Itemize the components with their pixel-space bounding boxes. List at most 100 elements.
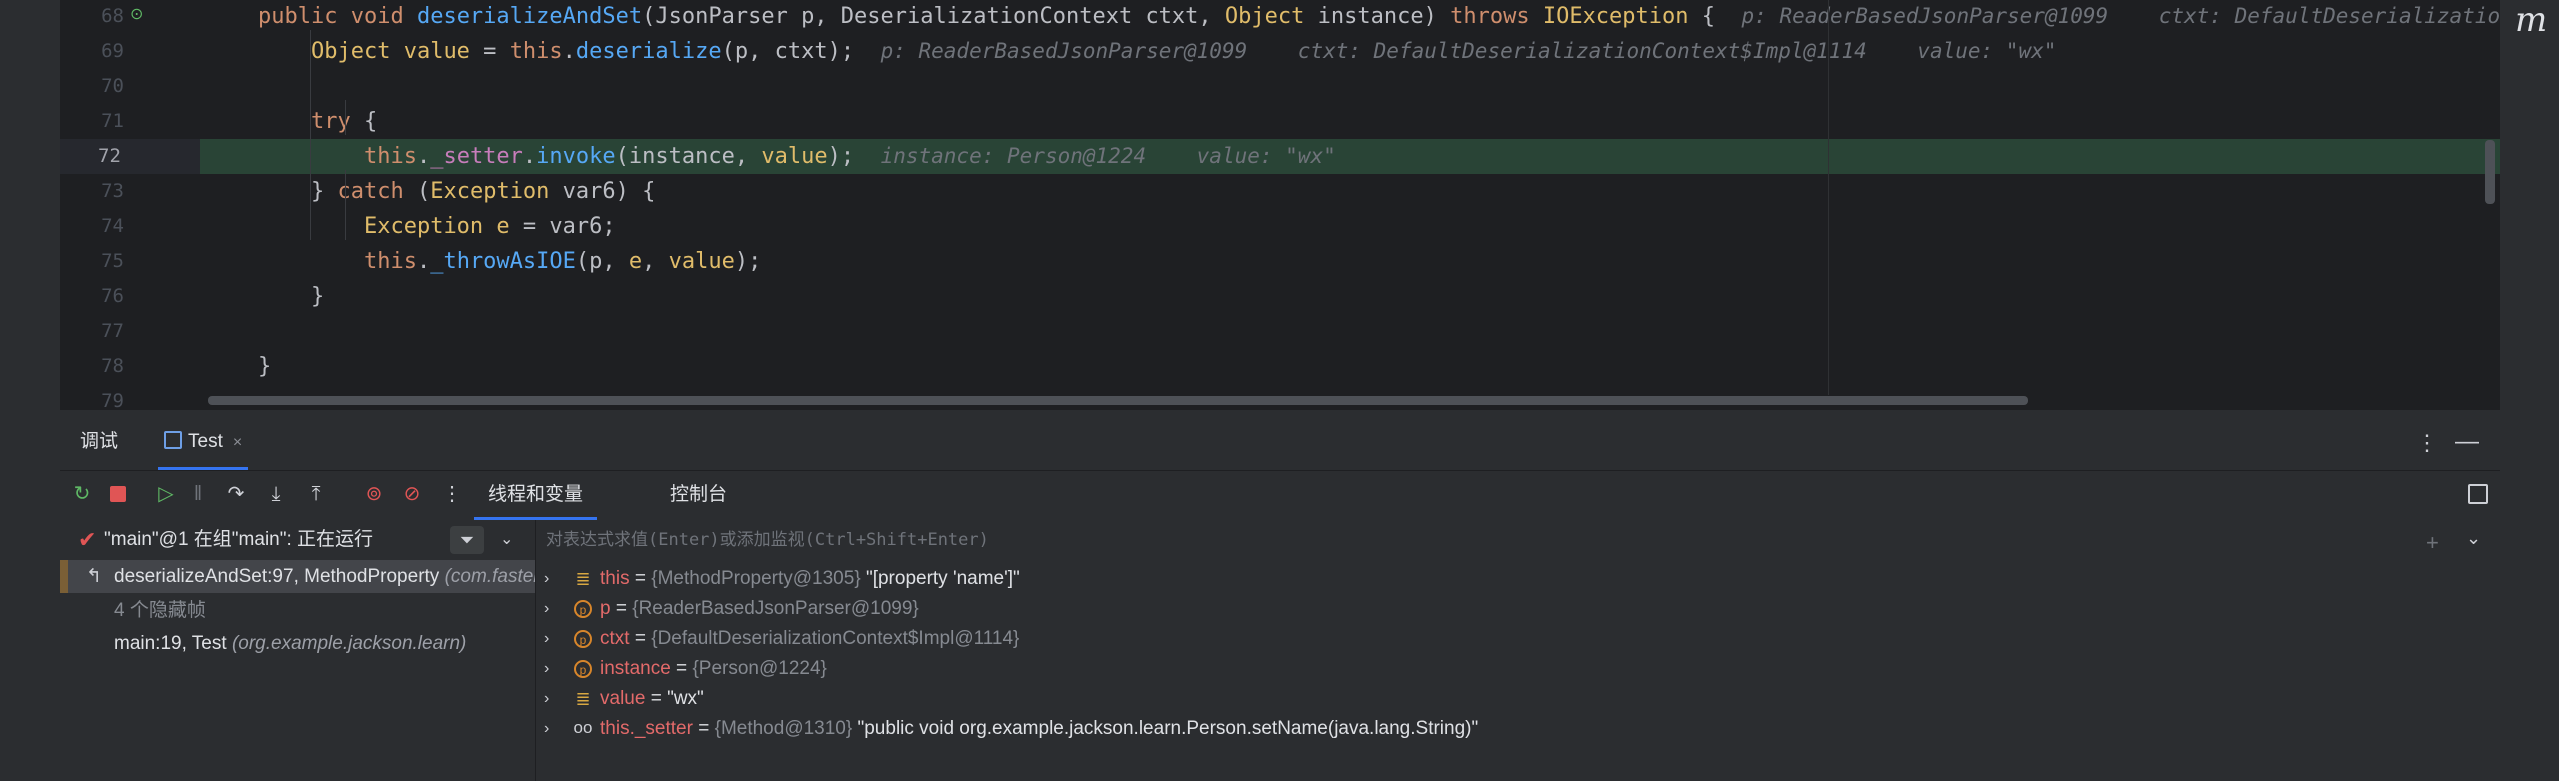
expand-chevron-icon[interactable]: › — [544, 714, 549, 744]
code-token: throws — [1450, 4, 1543, 29]
expand-chevron-icon[interactable]: › — [544, 594, 549, 624]
step-into-icon[interactable]: ⤓ — [264, 482, 288, 506]
code-token: . — [522, 144, 537, 169]
code-line[interactable]: 69 Object value = this.deserialize(p, ct… — [60, 34, 2500, 69]
code-line[interactable]: 75 this._throwAsIOE(p, e, value); — [60, 244, 2500, 279]
rerun-icon[interactable]: ↻ — [70, 482, 94, 506]
variable-name: p — [600, 598, 611, 619]
expand-chevron-icon[interactable]: › — [544, 684, 549, 714]
code-token: { — [1688, 4, 1742, 29]
code-line[interactable]: 78} — [60, 349, 2500, 384]
filter-icon[interactable]: ⏷ — [450, 526, 484, 554]
add-watch-icon[interactable]: + — [2426, 530, 2439, 556]
variable-row[interactable]: › p ctxt = {DefaultDeserializationContext$… — [536, 624, 2500, 654]
code-token: this — [363, 144, 417, 169]
line-number[interactable]: 70 — [60, 69, 124, 104]
tab-threads-variables[interactable]: 线程和变量 — [474, 470, 598, 520]
right-panel-marker[interactable]: m — [2515, 0, 2559, 40]
debug-toolbar: ↻ ▷ ‖ ↷ ⤓ ⤒ ⊚ ⊘ ⋮ — [60, 470, 2500, 520]
variable-row[interactable]: › p p = {ReaderBasedJsonParser@1099} — [536, 594, 2500, 624]
code-text[interactable]: } — [258, 349, 271, 384]
frame-item[interactable]: main:19, Test (org.example.jackson.learn… — [60, 627, 535, 660]
code-text[interactable]: } — [258, 279, 324, 314]
horizontal-scrollbar[interactable] — [208, 396, 2028, 405]
code-line[interactable]: 70 — [60, 69, 2500, 104]
variables-panel: 对表达式求值(Enter)或添加监视(Ctrl+Shift+Enter) + ⌄… — [536, 520, 2500, 781]
close-icon[interactable]: × — [233, 434, 242, 451]
layout-settings-icon[interactable] — [2468, 484, 2488, 504]
code-text[interactable]: Object value = this.deserialize(p, ctxt)… — [258, 34, 2056, 69]
code-line[interactable]: 72 this._setter.invoke(instance, value);… — [60, 139, 2500, 174]
hidden-frames-item[interactable]: 4 个隐藏帧 — [60, 594, 535, 627]
mute-breakpoints-icon[interactable]: ⊘ — [400, 482, 424, 506]
variable-row[interactable]: › p instance = {Person@1224} — [536, 654, 2500, 684]
code-line[interactable]: 73 } catch (Exception var6) { — [60, 174, 2500, 209]
line-number[interactable]: 79 — [60, 384, 124, 410]
more-options-icon[interactable]: ⋮ — [2416, 430, 2438, 456]
code-text[interactable]: public void deserializeAndSet(JsonParser… — [258, 0, 2500, 34]
code-text[interactable]: try { — [258, 104, 377, 139]
line-number[interactable]: 69 — [60, 34, 124, 69]
resume-icon[interactable]: ▷ — [154, 482, 178, 506]
line-number[interactable]: 73 — [60, 174, 124, 209]
frame-method: main:19, Test — [114, 633, 227, 654]
step-out-icon[interactable]: ⤒ — [304, 482, 328, 506]
view-breakpoints-icon[interactable]: ⊚ — [362, 482, 386, 506]
expand-chevron-icon[interactable]: › — [544, 564, 549, 594]
code-token: } — [258, 354, 272, 379]
tab-console[interactable]: 控制台 — [670, 470, 727, 520]
variable-name: this._setter — [600, 718, 693, 739]
chevron-down-icon[interactable]: ⌄ — [500, 520, 513, 560]
expand-chevron-icon[interactable]: › — [544, 654, 549, 684]
code-text[interactable]: Exception e = var6; — [258, 209, 616, 244]
line-number[interactable]: 75 — [60, 244, 124, 279]
line-number[interactable]: 78 — [60, 349, 124, 384]
code-line[interactable]: 76 } — [60, 279, 2500, 314]
code-token: this — [509, 39, 563, 64]
minimize-icon[interactable]: — — [2455, 428, 2479, 456]
vertical-scrollbar[interactable] — [2485, 140, 2495, 204]
code-token: Exception — [363, 214, 497, 239]
evaluate-expression-input[interactable]: 对表达式求值(Enter)或添加监视(Ctrl+Shift+Enter) — [546, 520, 2146, 560]
code-line[interactable]: 68 public void deserializeAndSet(JsonPars… — [60, 0, 2500, 34]
code-text[interactable]: this._throwAsIOE(p, e, value); — [258, 244, 761, 279]
variable-equals: = — [692, 718, 715, 739]
tab-debug[interactable]: 调试 — [80, 414, 118, 470]
code-editor[interactable]: 68 public void deserializeAndSet(JsonPars… — [60, 0, 2500, 410]
frames-panel: ✔ "main"@1 在组"main": 正在运行 ⏷ ⌄ ↰ deserial… — [60, 520, 536, 781]
more-toolbar-icon[interactable]: ⋮ — [440, 482, 464, 506]
step-over-icon[interactable]: ↷ — [224, 482, 248, 506]
variable-type: {DefaultDeserializationContext$Impl@1114… — [651, 628, 1020, 649]
expand-chevron-icon[interactable]: › — [544, 624, 549, 654]
code-token: . — [562, 39, 576, 64]
line-number[interactable]: 74 — [60, 209, 124, 244]
variable-row[interactable]: › oo this._setter = {Method@1310} "public … — [536, 714, 2500, 744]
variable-type: {ReaderBasedJsonParser@1099} — [632, 598, 919, 619]
line-number[interactable]: 77 — [60, 314, 124, 349]
tab-test[interactable]: Test × — [158, 414, 249, 470]
param-icon: p — [574, 600, 592, 618]
variable-equals: = — [610, 598, 633, 619]
code-text[interactable]: } catch (Exception var6) { — [258, 174, 655, 209]
line-number[interactable]: 71 — [60, 104, 124, 139]
code-token: this — [363, 249, 417, 274]
code-line[interactable]: 74 Exception e = var6; — [60, 209, 2500, 244]
code-token: var6) { — [549, 179, 656, 204]
stop-icon[interactable] — [106, 482, 130, 506]
code-line[interactable]: 71 try { — [60, 104, 2500, 139]
variable-row[interactable]: › ≣ value = "wx" — [536, 684, 2500, 714]
override-marker-icon[interactable]: ⊙ — [130, 4, 152, 26]
frame-item[interactable]: ↰ deserializeAndSet:97, MethodProperty (… — [60, 560, 535, 593]
line-number[interactable]: 76 — [60, 279, 124, 314]
line-number[interactable]: 72 — [60, 139, 200, 174]
code-text[interactable]: this._setter.invoke(instance, value); in… — [258, 139, 1336, 174]
variable-row[interactable]: › ≣ this = {MethodProperty@1305} "[propert… — [536, 564, 2500, 594]
code-token: value — [403, 39, 470, 64]
indent-guide — [345, 170, 346, 240]
line-number[interactable]: 68 — [60, 0, 124, 34]
thread-selector[interactable]: ✔ "main"@1 在组"main": 正在运行 ⏷ ⌄ — [60, 520, 535, 560]
code-line[interactable]: 77 — [60, 314, 2500, 349]
variable-equals: = — [629, 628, 652, 649]
pause-icon[interactable]: ‖ — [186, 482, 210, 506]
chevron-down-icon[interactable]: ⌄ — [2466, 528, 2481, 549]
